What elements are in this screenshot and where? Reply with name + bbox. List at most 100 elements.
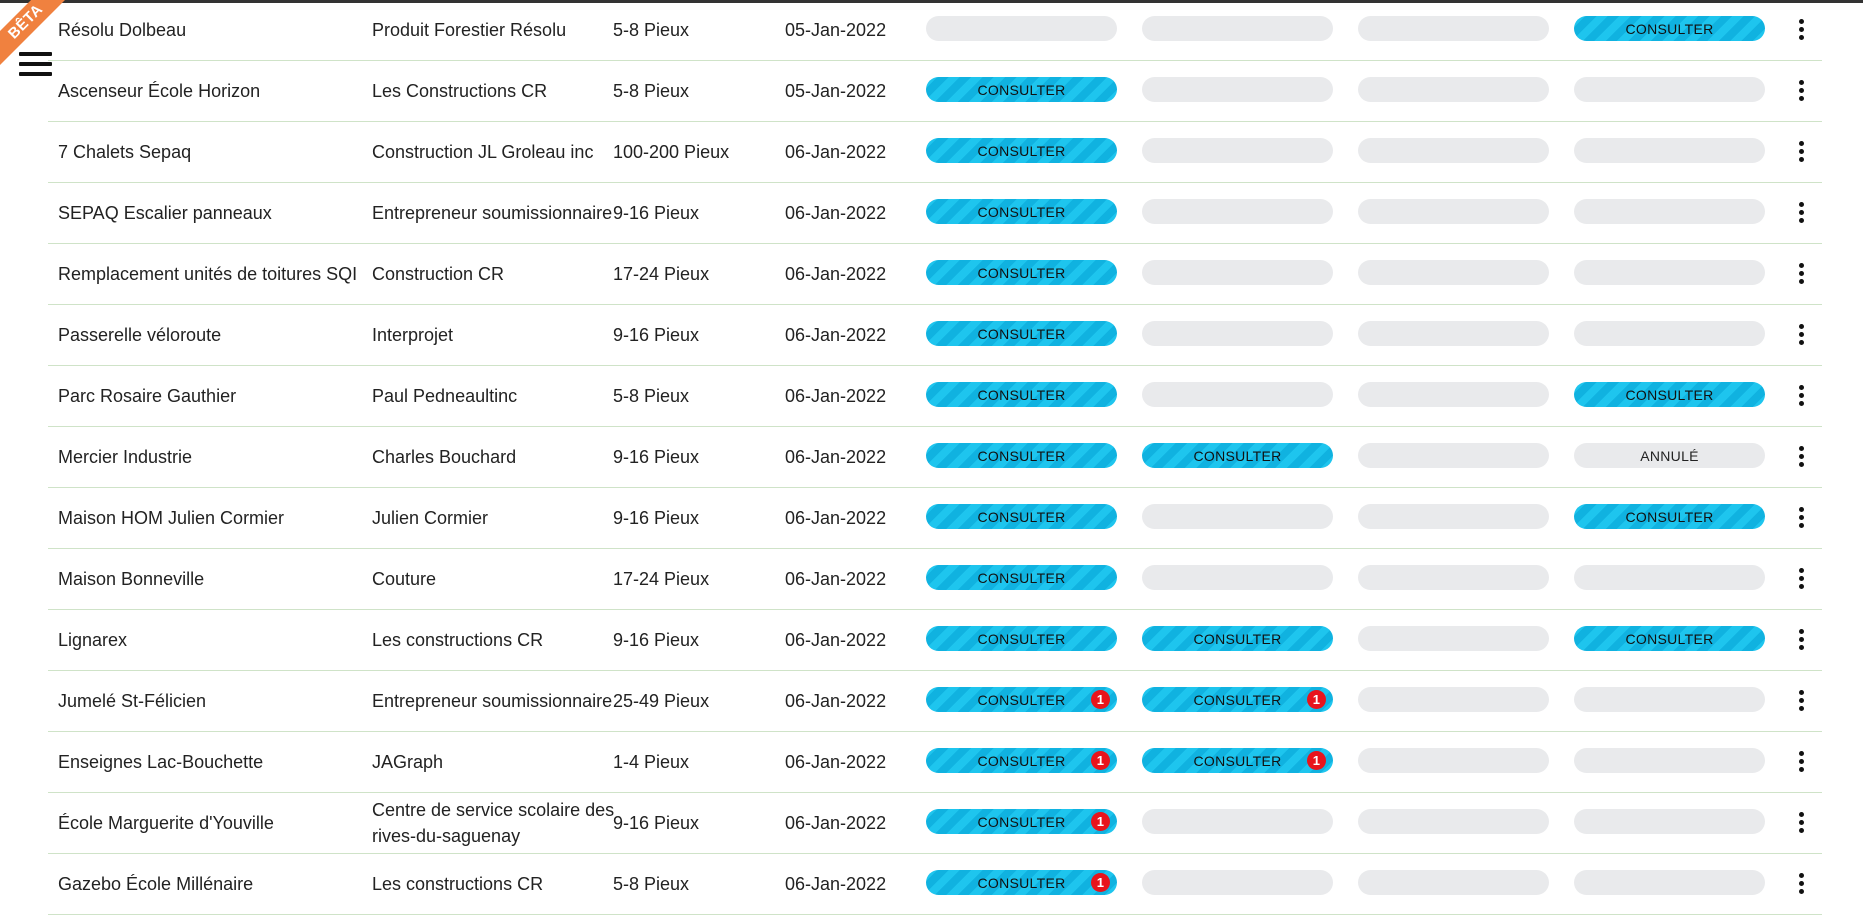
more-options-icon[interactable] [1793,686,1809,714]
empty-status-pill [1358,138,1549,163]
empty-status-pill [1574,321,1765,346]
consult-button[interactable]: CONSULTER [926,199,1117,224]
more-options-icon[interactable] [1793,259,1809,287]
consult-button[interactable]: CONSULTER [926,443,1117,468]
date: 06-Jan-2022 [785,203,887,223]
more-options-icon[interactable] [1793,625,1809,653]
consult-button[interactable]: CONSULTER 1 [1142,748,1333,773]
date: 06-Jan-2022 [785,874,887,894]
status-label: CONSULTER [977,752,1066,769]
date: 06-Jan-2022 [785,630,887,650]
empty-status-pill [1358,382,1549,407]
client-name: Paul Pedneaultinc [372,386,518,406]
client-name: JAGraph [372,752,444,772]
client-name: Entrepreneur soumissionnaire [372,691,613,711]
consult-button[interactable]: CONSULTER [1574,504,1765,529]
more-options-icon[interactable] [1793,320,1809,348]
consult-button[interactable]: CONSULTER [926,504,1117,529]
consult-button[interactable]: CONSULTER [1574,626,1765,651]
table-row: Jumelé St-Félicien Entrepreneur soumissio… [48,671,1822,732]
project-name: Jumelé St-Félicien [58,691,207,711]
more-options-icon[interactable] [1793,747,1809,775]
more-options-icon[interactable] [1793,869,1809,897]
consult-button[interactable]: CONSULTER [926,260,1117,285]
notification-badge: 1 [1091,751,1110,770]
status-label: CONSULTER [977,203,1066,220]
client-name: Julien Cormier [372,508,489,528]
consult-button[interactable]: CONSULTER [926,321,1117,346]
project-name: 7 Chalets Sepaq [58,142,192,162]
consult-button[interactable]: CONSULTER [1142,443,1333,468]
empty-status-pill [1358,748,1549,773]
table-row: 7 Chalets Sepaq Construction JL Groleau i… [48,122,1822,183]
pile-range: 100-200 Pieux [613,142,730,162]
empty-status-pill [1358,626,1549,651]
consult-button[interactable]: CONSULTER [926,565,1117,590]
empty-status-pill [1142,16,1333,41]
more-options-icon[interactable] [1793,442,1809,470]
pile-range: 9-16 Pieux [613,203,700,223]
more-options-icon[interactable] [1793,503,1809,531]
status-label: CONSULTER [977,264,1066,281]
consult-button[interactable]: CONSULTER [1574,382,1765,407]
client-name: Entrepreneur soumissionnaire [372,203,613,223]
consult-button[interactable]: CONSULTER 1 [926,809,1117,834]
more-options-icon[interactable] [1793,15,1809,43]
date: 05-Jan-2022 [785,81,887,101]
empty-status-pill [1358,443,1549,468]
client-name: Couture [372,569,437,589]
status-label: CONSULTER [1625,508,1714,525]
empty-status-pill [1142,809,1333,834]
client-name: Construction CR [372,264,505,284]
empty-status-pill [1358,77,1549,102]
empty-status-pill [1358,565,1549,590]
more-options-icon[interactable] [1793,808,1809,836]
status-label: CONSULTER [1193,447,1282,464]
status-label: CONSULTER [1193,752,1282,769]
table-row: Mercier Industrie Charles Bouchard 9-16 Pi… [48,427,1822,488]
project-name: SEPAQ Escalier panneaux [58,203,272,223]
more-options-icon[interactable] [1793,198,1809,226]
hamburger-menu-icon[interactable] [19,52,52,84]
status-label: ANNULÉ [1640,447,1699,464]
more-options-icon[interactable] [1793,76,1809,104]
empty-status-pill [1574,260,1765,285]
empty-status-pill [1574,565,1765,590]
date: 06-Jan-2022 [785,325,887,345]
client-name: Interprojet [372,325,454,345]
empty-status-pill [1574,870,1765,895]
pile-range: 9-16 Pieux [613,508,700,528]
project-name: Maison HOM Julien Cormier [58,508,285,528]
consult-button[interactable]: CONSULTER [926,382,1117,407]
table-row: Lignarex Les constructions CR 9-16 Pieux 06… [48,610,1822,671]
date: 06-Jan-2022 [785,508,887,528]
project-name: Ascenseur École Horizon [58,81,261,101]
consult-button[interactable]: CONSULTER [926,138,1117,163]
consult-button[interactable]: CONSULTER 1 [926,748,1117,773]
project-name: Résolu Dolbeau [58,20,187,40]
client-name: Centre de service scolaire des rives-du-… [372,800,615,846]
table-row: Remplacement unités de toitures SQI Const… [48,244,1822,305]
empty-status-pill [1574,809,1765,834]
pile-range: 5-8 Pieux [613,874,690,894]
status-label: CONSULTER [977,325,1066,342]
consult-button[interactable]: CONSULTER [1142,626,1333,651]
empty-status-pill [1574,138,1765,163]
consult-button[interactable]: CONSULTER [1574,16,1765,41]
consult-button[interactable]: CONSULTER 1 [926,870,1117,895]
client-name: Les constructions CR [372,630,544,650]
more-options-icon[interactable] [1793,381,1809,409]
consult-button[interactable]: CONSULTER [926,77,1117,102]
status-label: CONSULTER [977,447,1066,464]
date: 05-Jan-2022 [785,20,887,40]
consult-button[interactable]: CONSULTER 1 [926,687,1117,712]
empty-status-pill [926,16,1117,41]
project-name: Lignarex [58,630,128,650]
empty-status-pill [1142,138,1333,163]
consult-button[interactable]: CONSULTER 1 [1142,687,1333,712]
empty-status-pill [1142,199,1333,224]
more-options-icon[interactable] [1793,137,1809,165]
consult-button[interactable]: CONSULTER [926,626,1117,651]
more-options-icon[interactable] [1793,564,1809,592]
pile-range: 5-8 Pieux [613,20,690,40]
